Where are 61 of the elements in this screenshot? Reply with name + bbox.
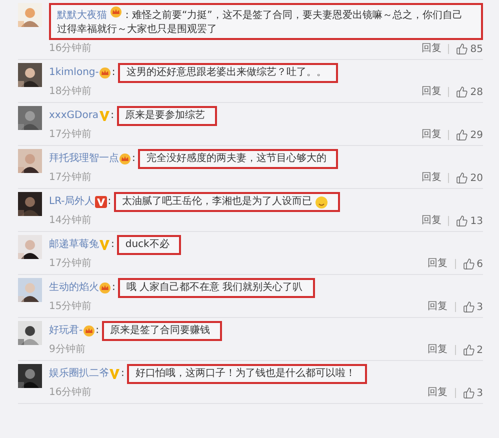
like-button[interactable]: 29 (456, 129, 483, 141)
timestamp: 16分钟前 (49, 386, 92, 400)
reply-link[interactable]: 回复 (421, 213, 442, 229)
reply-link[interactable]: 回复 (428, 342, 448, 358)
colon: : (112, 281, 116, 295)
user-name[interactable]: 拜托我理智一点 (49, 152, 119, 166)
timestamp: 9分钟前 (49, 342, 86, 357)
like-button[interactable]: 2 (462, 344, 483, 356)
reply-link[interactable]: 回复 (428, 299, 448, 315)
comment-text: 原来是要参加综艺 (124, 109, 205, 123)
reply-link[interactable]: 回复 (421, 41, 442, 57)
reply-link[interactable]: 回复 (421, 84, 442, 100)
crown-badge-icon (119, 153, 131, 165)
user-name[interactable]: 生动的焰火 (49, 281, 99, 295)
timestamp: 14分钟前 (49, 214, 92, 228)
timestamp: 18分钟前 (49, 84, 92, 99)
colon: : (121, 367, 124, 381)
timestamp: 16分钟前 (49, 42, 92, 56)
comment-text: 太油腻了吧王岳伦，李湘也是为了人设而已 (122, 195, 312, 209)
like-button[interactable]: 20 (456, 172, 483, 184)
like-button[interactable]: 3 (462, 387, 483, 399)
reply-link[interactable]: 回复 (421, 170, 442, 186)
comment-text: 完全没好感度的两夫妻，这节目心够大的 (146, 152, 326, 166)
comment-text: 原来是签了合同要赚钱 (110, 324, 210, 338)
timestamp: 17分钟前 (49, 170, 92, 185)
colon: : (110, 109, 114, 123)
colon: : (132, 152, 136, 166)
timestamp: 17分钟前 (49, 128, 92, 142)
user-name[interactable]: xxxGDora (49, 109, 99, 123)
timestamp: 15分钟前 (49, 300, 92, 314)
crown-badge-icon (82, 325, 95, 337)
user-name[interactable]: LR-局外人 (49, 195, 95, 209)
colon: : (112, 66, 116, 80)
user-name[interactable]: 1kimlong- (49, 66, 99, 80)
reply-link[interactable]: 回复 (428, 385, 448, 401)
crown-badge-icon (98, 67, 111, 79)
timestamp: 17分钟前 (49, 256, 92, 271)
comment-text: 哦 人家自己都不在意 我们就别关心了叭 (126, 281, 303, 295)
like-button[interactable]: 6 (462, 258, 483, 270)
comment-text: 这男的还好意思跟老婆出来做综艺？吐了。。 (126, 66, 326, 80)
crown-badge-icon (110, 6, 122, 18)
reply-link[interactable]: 回复 (428, 256, 448, 272)
user-name[interactable]: 好玩君- (49, 324, 83, 338)
crown-badge-icon (99, 282, 111, 294)
colon: : (96, 324, 99, 338)
like-button[interactable]: 3 (462, 301, 483, 313)
like-button[interactable]: 85 (456, 43, 483, 55)
colon: : (108, 195, 112, 209)
comment-text: 默默大夜猫 : 难怪之前要“力挺”，这不是签了合同，要夫妻恩爱出镜嘛～总之，你们自己过得幸福就行～大家也只是围观罢了 (57, 6, 471, 37)
verified-badge-icon (99, 239, 110, 251)
verified-badge-icon (94, 196, 107, 208)
reply-link[interactable]: 回复 (421, 127, 442, 143)
comment-text: duck不必 (125, 238, 170, 252)
comment-text: 好口怕哦，这两口子！为了钱也是什么都可以啦！ (135, 367, 356, 381)
colon: : (111, 238, 114, 252)
user-name[interactable]: 娱乐圈扒二爷 (49, 367, 109, 381)
verified-badge-icon (109, 368, 120, 380)
like-button[interactable]: 13 (456, 215, 483, 227)
verified-badge-icon (98, 110, 110, 122)
like-button[interactable]: 28 (456, 86, 483, 98)
user-name[interactable]: 邮递草莓兔 (49, 238, 99, 252)
